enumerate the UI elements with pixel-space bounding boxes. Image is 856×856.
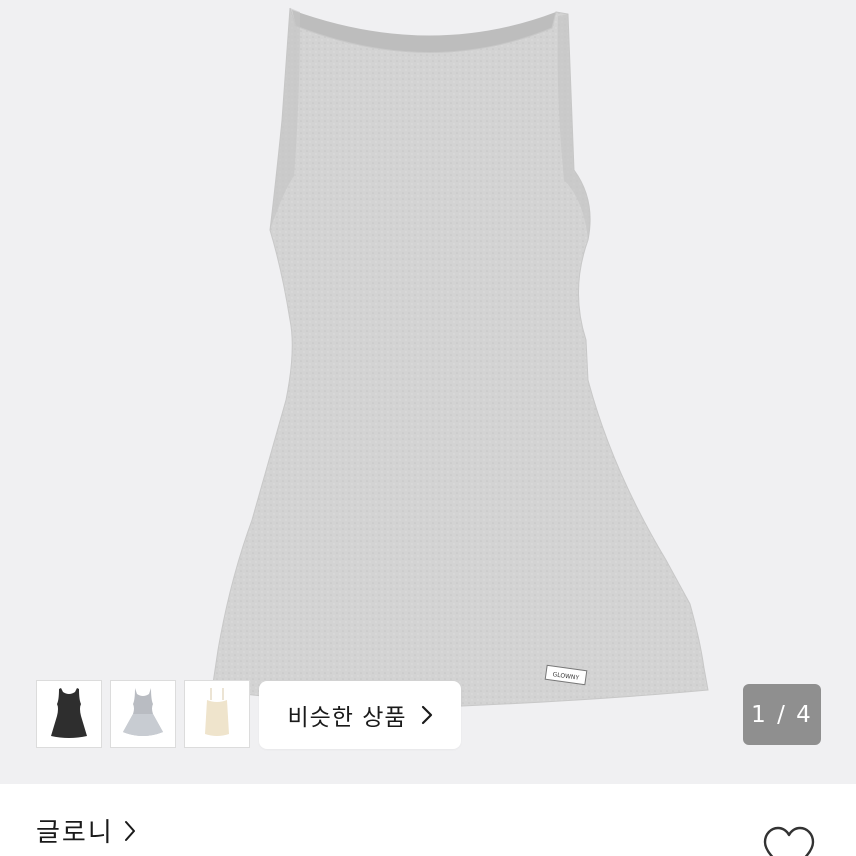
thumbnail-black-dress[interactable] <box>36 680 102 748</box>
thumbnail-grey-dress[interactable] <box>110 680 176 748</box>
similar-products-label: 비슷한 상품 <box>287 705 407 731</box>
similar-products-button[interactable]: 비슷한 상품 <box>259 681 461 749</box>
grey-dress-thumbnail <box>123 688 163 736</box>
thumbnail-strip <box>36 680 250 750</box>
brand-link[interactable]: 글로니 <box>36 812 136 849</box>
product-image: GLOWNY <box>211 7 709 707</box>
chevron-right-icon <box>124 820 135 841</box>
product-image-area[interactable]: GLOWNY 비슷한 상품 1 / 4 <box>0 0 856 784</box>
black-dress-thumbnail <box>51 688 87 738</box>
image-counter: 1 / 4 <box>743 684 821 745</box>
cream-top-thumbnail <box>205 688 229 736</box>
wishlist-button[interactable] <box>759 824 819 856</box>
heart-outline-icon <box>763 826 815 856</box>
chevron-right-icon <box>421 705 432 725</box>
thumbnail-cream-top[interactable] <box>184 680 250 748</box>
brand-name: 글로니 <box>36 818 114 848</box>
